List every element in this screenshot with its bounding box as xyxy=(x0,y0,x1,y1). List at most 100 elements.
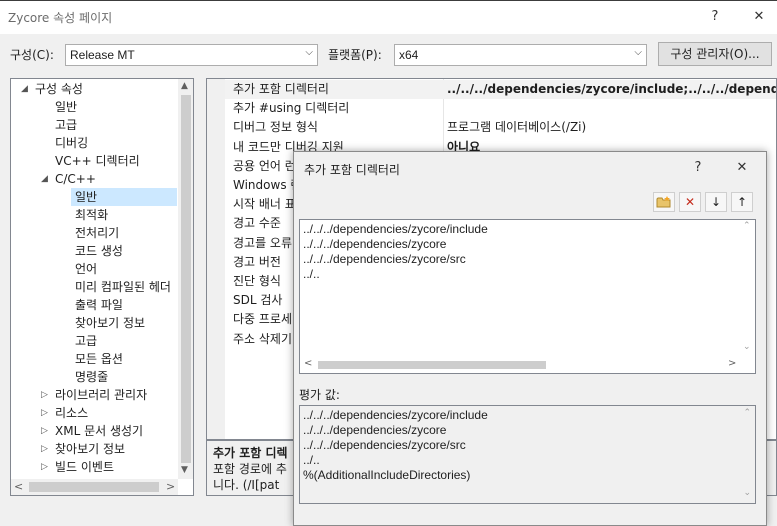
scroll-left-icon[interactable]: < xyxy=(304,358,312,369)
property-name: 디버그 정보 형식 xyxy=(233,120,318,135)
list-vertical-scrollbar[interactable]: ⌃ ⌄ xyxy=(739,220,755,357)
scroll-up-icon[interactable]: ⌃ xyxy=(743,408,751,418)
scroll-right-icon[interactable]: > xyxy=(728,358,736,369)
property-name: 공용 언어 런 xyxy=(233,158,296,173)
dialog-title: 추가 포함 디렉터리 xyxy=(304,163,400,177)
evaluated-entry: ../../../dependencies/zycore/src xyxy=(303,438,466,452)
directory-list[interactable]: ../../../dependencies/zycore/include ../.… xyxy=(299,219,756,374)
tree-vertical-scrollbar[interactable]: ▲ ▼ xyxy=(178,79,193,479)
tree-horizontal-scrollbar[interactable]: < > xyxy=(11,479,178,495)
tree-item[interactable]: 미리 컴파일된 헤더 xyxy=(71,278,171,296)
property-value: ../../../dependencies/zycore/include;../… xyxy=(447,82,777,96)
arrow-down-icon: ↓ xyxy=(710,195,722,209)
property-name: 시작 배너 표 xyxy=(233,197,296,212)
description-line: 니다. (/I[pat xyxy=(213,478,280,492)
property-tree[interactable]: ◢ 구성 속성 일반 고급 디버깅 VC++ 디렉터리 ◢ C/C++ 일반 최적화 전처리기 코드 … xyxy=(10,78,194,496)
tree-item[interactable]: 일반 xyxy=(51,98,77,116)
scroll-down-icon[interactable]: ⌄ xyxy=(743,342,751,352)
evaluated-entry: ../../../dependencies/zycore/include xyxy=(303,408,488,422)
arrow-up-icon: ↑ xyxy=(736,195,748,209)
tree-item[interactable]: 찾아보기 정보 xyxy=(51,440,125,458)
platform-dropdown[interactable]: x64 ⌵ xyxy=(394,44,647,66)
property-name: 주소 삭제기 xyxy=(233,331,293,346)
dialog-close-button[interactable]: ✕ xyxy=(730,158,754,178)
property-name: 경고 수준 xyxy=(233,216,281,231)
property-row[interactable]: 디버그 정보 형식 프로그램 데이터베이스(/Zi) xyxy=(225,118,776,137)
property-name: 추가 #using 디렉터리 xyxy=(233,101,350,116)
config-dropdown[interactable]: Release MT ⌵ xyxy=(65,44,318,66)
tree-item[interactable]: 구성 속성 xyxy=(31,80,83,98)
help-button[interactable]: ? xyxy=(703,7,727,27)
expand-arrow-icon[interactable]: ▷ xyxy=(41,390,48,400)
new-line-button[interactable] xyxy=(653,192,675,212)
new-folder-icon xyxy=(656,196,671,208)
tree-item[interactable]: 빌드 이벤트 xyxy=(51,458,114,476)
expand-arrow-icon[interactable]: ▷ xyxy=(41,426,48,436)
property-name: Windows 런 xyxy=(233,178,302,192)
tree-item[interactable]: 코드 생성 xyxy=(71,242,123,260)
tree-item[interactable]: 리소스 xyxy=(51,404,88,422)
directory-entry[interactable]: ../../../dependencies/zycore/src xyxy=(300,252,755,267)
scroll-down-icon[interactable]: ▼ xyxy=(181,465,188,475)
tree-item[interactable]: 명령줄 xyxy=(71,368,108,386)
scroll-right-icon[interactable]: > xyxy=(166,480,175,493)
tree-item[interactable]: C/C++ xyxy=(51,170,96,188)
title-bar: Zycore 속성 페이지 ? ✕ xyxy=(0,0,777,34)
property-name: 다중 프로세 xyxy=(233,312,293,327)
tree-item[interactable]: VC++ 디렉터리 xyxy=(51,152,140,170)
tree-item[interactable]: XML 문서 생성기 xyxy=(51,422,143,440)
window-title: Zycore 속성 페이지 xyxy=(8,11,113,25)
tree-item[interactable]: 라이브러리 관리자 xyxy=(51,386,147,404)
scroll-down-icon[interactable]: ⌄ xyxy=(743,488,751,498)
property-row[interactable]: 추가 #using 디렉터리 xyxy=(225,99,776,118)
dialog-help-button[interactable]: ? xyxy=(686,158,710,178)
platform-label: 플랫폼(P): xyxy=(328,48,382,62)
scroll-up-icon[interactable]: ⌃ xyxy=(743,221,751,231)
configuration-manager-button[interactable]: 구성 관리자(O)... xyxy=(658,42,772,66)
evaluated-value-label: 평가 값: xyxy=(299,388,340,402)
directory-entry[interactable]: ../.. xyxy=(300,267,755,282)
property-value: 프로그램 데이터베이스(/Zi) xyxy=(447,120,587,135)
tree-scroll-thumb[interactable] xyxy=(181,95,191,463)
expand-arrow-icon[interactable]: ▷ xyxy=(41,462,48,472)
move-up-button[interactable]: ↑ xyxy=(731,192,753,212)
grid-gutter xyxy=(207,79,225,439)
tree-item[interactable]: 찾아보기 정보 xyxy=(71,314,145,332)
tree-hscroll-thumb[interactable] xyxy=(29,482,159,492)
close-button[interactable]: ✕ xyxy=(747,7,771,27)
description-title: 추가 포함 디렉 xyxy=(213,446,288,460)
collapse-arrow-icon[interactable]: ◢ xyxy=(21,84,28,94)
tree-item[interactable]: 전처리기 xyxy=(71,224,119,242)
config-label: 구성(C): xyxy=(10,48,54,62)
tree-item[interactable]: 모든 옵션 xyxy=(71,350,123,368)
scroll-up-icon[interactable]: ▲ xyxy=(181,81,188,91)
property-name: 추가 포함 디렉터리 xyxy=(233,82,329,96)
list-horizontal-scrollbar[interactable]: < > xyxy=(300,357,739,373)
tree-item[interactable]: 언어 xyxy=(71,260,97,278)
property-name: 경고 버전 xyxy=(233,254,281,269)
tree-item[interactable]: 최적화 xyxy=(71,206,108,224)
directory-entry[interactable]: ../../../dependencies/zycore xyxy=(300,237,755,252)
tree-item[interactable]: 출력 파일 xyxy=(71,296,123,314)
configuration-row: 구성(C): Release MT ⌵ 플랫폼(P): x64 ⌵ 구성 관리자… xyxy=(0,34,777,74)
collapse-arrow-icon[interactable]: ◢ xyxy=(41,174,48,184)
property-row[interactable]: 추가 포함 디렉터리 ../../../dependencies/zycore/i… xyxy=(225,80,776,99)
tree-item[interactable]: 일반 xyxy=(71,188,177,206)
delete-line-button[interactable]: ✕ xyxy=(679,192,701,212)
expand-arrow-icon[interactable]: ▷ xyxy=(41,408,48,418)
directory-entry[interactable]: ../../../dependencies/zycore/include xyxy=(300,222,755,237)
chevron-down-icon: ⌵ xyxy=(634,47,642,58)
include-directories-dialog: 추가 포함 디렉터리 ? ✕ ✕ ↓ ↑ ../../../dependenci… xyxy=(293,151,767,526)
tree-item[interactable]: 디버깅 xyxy=(51,134,88,152)
evaluated-entry: ../../../dependencies/zycore xyxy=(303,423,447,437)
move-down-button[interactable]: ↓ xyxy=(705,192,727,212)
tree-item[interactable]: 고급 xyxy=(71,332,97,350)
list-hscroll-thumb[interactable] xyxy=(318,361,546,369)
evaluated-entry: %(AdditionalIncludeDirectories) xyxy=(303,468,471,482)
tree-item[interactable]: 고급 xyxy=(51,116,77,134)
expand-arrow-icon[interactable]: ▷ xyxy=(41,444,48,454)
description-text: 포함 경로에 추 니다. (/I[pat xyxy=(213,461,293,493)
config-value: Release MT xyxy=(70,48,135,62)
property-name: SDL 검사 xyxy=(233,293,283,308)
scroll-left-icon[interactable]: < xyxy=(14,480,23,493)
